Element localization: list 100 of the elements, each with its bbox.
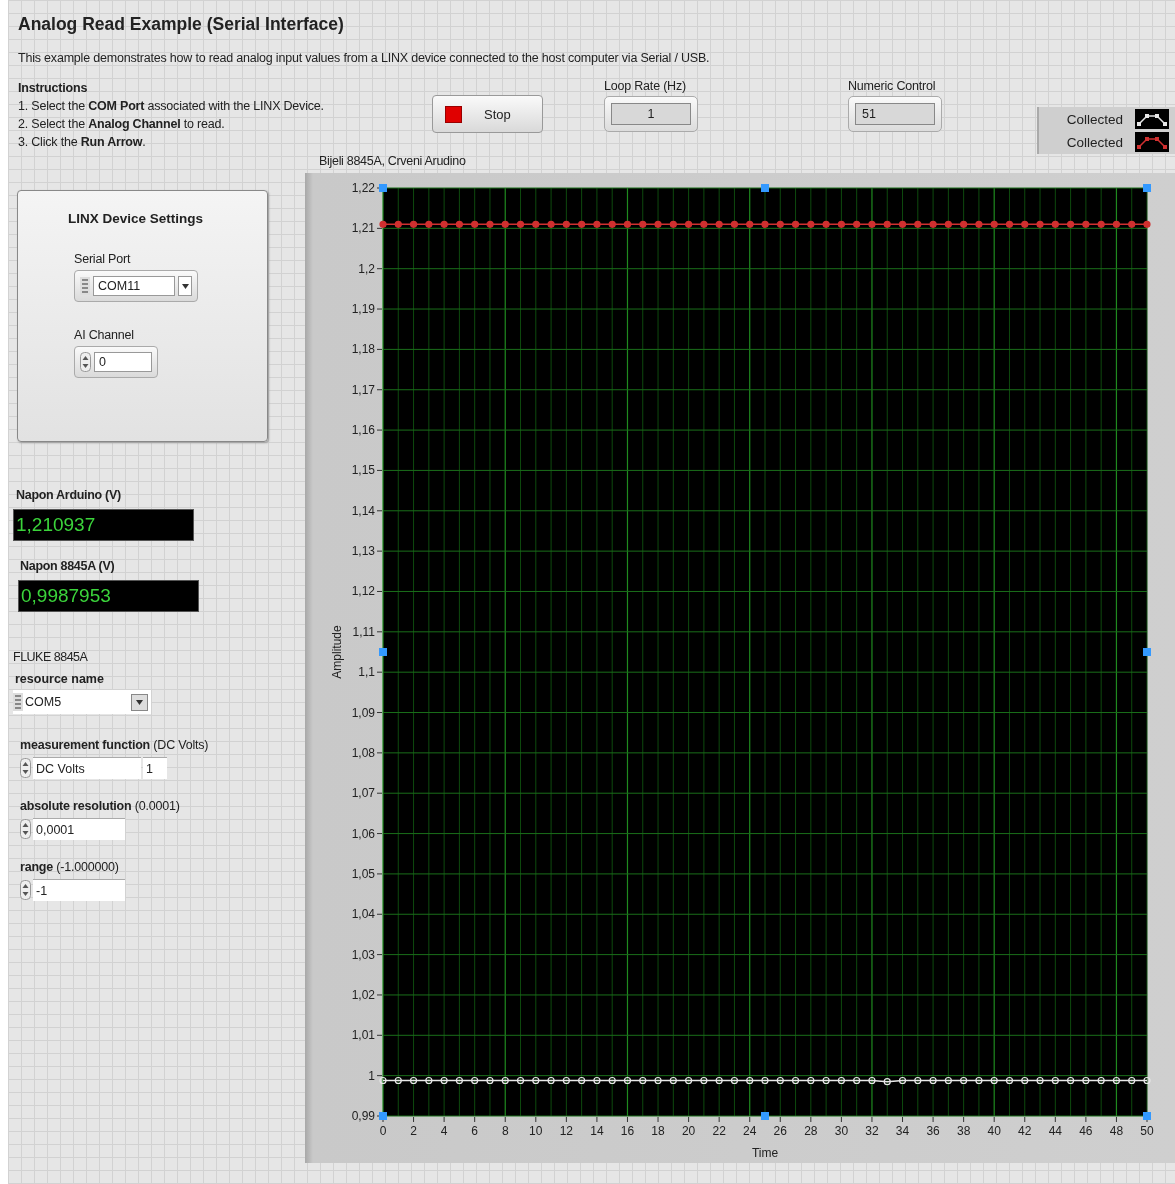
dropdown-value: COM5: [25, 695, 63, 709]
y-axis-tick: [376, 994, 383, 996]
data-point: [883, 220, 891, 228]
spinner-icon[interactable]: [20, 880, 31, 900]
x-tick-label: 38: [956, 1124, 971, 1138]
data-point: [990, 1076, 998, 1085]
resize-handle[interactable]: [379, 648, 387, 656]
y-tick-label: 1,05: [351, 866, 375, 881]
resource-icon: [80, 277, 90, 295]
resize-handle[interactable]: [1143, 648, 1151, 656]
dropdown-button[interactable]: [178, 276, 192, 296]
spinner-icon[interactable]: [80, 352, 91, 372]
data-point: [944, 220, 952, 228]
serial-port-dropdown[interactable]: COM11: [74, 270, 198, 302]
control-label: measurement function (DC Volts): [20, 738, 209, 752]
spinner-icon[interactable]: [20, 758, 31, 778]
data-point: [562, 1076, 570, 1085]
data-point: [761, 1076, 769, 1085]
x-tick-label: 12: [559, 1124, 574, 1138]
data-point: [791, 1076, 800, 1085]
spinner-icon[interactable]: [20, 819, 31, 839]
x-tick-label: 2: [410, 1124, 417, 1138]
control-label: Serial Port: [74, 252, 131, 266]
y-axis-tick: [376, 792, 383, 794]
data-point: [593, 1076, 601, 1085]
y-tick-label: 1,02: [351, 987, 375, 1002]
x-tick-label: 32: [865, 1124, 879, 1138]
x-axis-tick: [932, 1116, 934, 1123]
numeric-indicator: 0,9987953: [18, 580, 199, 612]
data-point: [409, 1076, 418, 1085]
x-axis-tick: [657, 1116, 659, 1123]
data-point: [1143, 220, 1151, 228]
legend-label: Collected: [1066, 134, 1123, 150]
caret-icon: [136, 699, 143, 705]
y-tick-label: 1,08: [351, 745, 375, 760]
data-point: [547, 220, 555, 228]
numeric-field[interactable]: 0,0001: [33, 818, 125, 840]
y-tick-label: 1,14: [351, 503, 375, 518]
data-point: [578, 1076, 586, 1085]
resize-handle[interactable]: [379, 184, 387, 192]
settings-title: LINX Device Settings: [68, 211, 204, 226]
numeric-field[interactable]: -1: [33, 879, 125, 901]
x-axis-tick: [565, 1116, 567, 1123]
numeric-control[interactable]: 0: [74, 346, 158, 378]
numeric-control[interactable]: 1: [604, 96, 698, 132]
numeric-indicator: 1,210937: [13, 509, 194, 541]
resource-name-dropdown[interactable]: COM5: [13, 690, 151, 714]
y-axis-tick: [376, 954, 383, 956]
data-point: [1005, 1076, 1014, 1085]
x-tick-label: 34: [895, 1124, 910, 1138]
data-point: [960, 1076, 968, 1085]
y-axis-tick: [376, 268, 383, 270]
x-axis-tick: [443, 1116, 445, 1123]
data-point: [379, 1076, 387, 1085]
data-point: [1051, 1076, 1059, 1085]
x-axis-tick: [413, 1116, 415, 1123]
instruction-step: 2. Select the Analog Channel to read.: [18, 115, 225, 133]
data-point: [761, 220, 769, 228]
data-point: [776, 220, 784, 228]
data-point: [1128, 220, 1136, 228]
y-tick-label: 1,01: [351, 1028, 375, 1043]
data-point: [807, 220, 815, 228]
resize-handle[interactable]: [1143, 1112, 1151, 1120]
resize-handle[interactable]: [379, 1112, 387, 1120]
data-point: [516, 220, 525, 228]
x-axis-tick: [627, 1116, 628, 1123]
x-axis-tick: [840, 1116, 842, 1123]
x-axis-tick: [810, 1116, 812, 1123]
stop-square-icon: [445, 105, 462, 123]
data-point: [914, 220, 922, 228]
resize-handle[interactable]: [761, 1112, 769, 1120]
data-point: [746, 220, 754, 228]
data-point: [807, 1076, 815, 1085]
y-axis-tick: [376, 389, 383, 391]
y-axis-tick: [376, 631, 383, 633]
control-label: AI Channel: [74, 328, 134, 342]
data-point: [1067, 1076, 1075, 1085]
y-tick-label: 1,07: [351, 786, 375, 801]
ring-value[interactable]: DC Volts: [33, 757, 141, 779]
y-tick-label: 1,18: [351, 342, 375, 357]
data-point: [1036, 220, 1044, 228]
x-tick-label: 14: [590, 1124, 604, 1138]
x-tick-label: 8: [501, 1124, 509, 1138]
data-point: [532, 1076, 540, 1085]
stop-button[interactable]: Stop: [432, 95, 543, 133]
data-point: [1143, 1076, 1151, 1085]
resize-handle[interactable]: [1143, 184, 1151, 192]
resize-handle[interactable]: [761, 184, 769, 192]
plot-style-icon[interactable]: [1135, 109, 1169, 129]
indicator-label: Napon Arduino (V): [16, 488, 121, 502]
dropdown-button[interactable]: [131, 693, 148, 711]
y-tick-label: 1,09: [351, 705, 375, 720]
x-tick-label: 42: [1018, 1124, 1032, 1138]
numeric-value: 1: [611, 103, 691, 125]
x-axis-tick: [993, 1116, 995, 1123]
y-axis-tick: [376, 712, 383, 713]
y-tick-label: 1,13: [351, 544, 375, 559]
y-tick-label: 1,03: [351, 947, 375, 962]
data-point: [883, 1078, 891, 1086]
numeric-control[interactable]: 51: [848, 96, 942, 132]
